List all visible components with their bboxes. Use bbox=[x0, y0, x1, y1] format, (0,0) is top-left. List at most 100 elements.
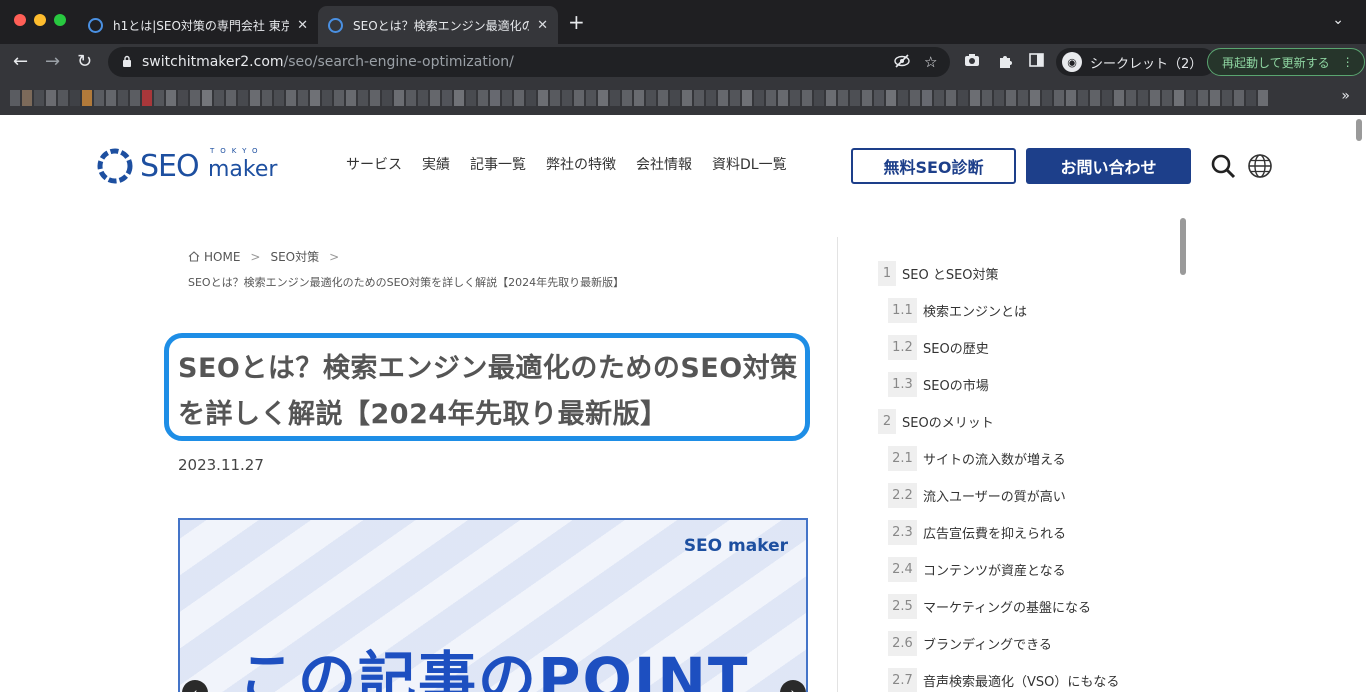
toc-item[interactable]: 2.2 流入ユーザーの質が高い bbox=[878, 477, 1178, 514]
nav-features[interactable]: 弊社の特徴 bbox=[546, 154, 616, 174]
toc-label: 音声検索最適化（VSO）にもなる bbox=[923, 675, 1120, 690]
logo-seo: SEO bbox=[140, 149, 200, 184]
bookmark-star-icon[interactable]: ☆ bbox=[924, 53, 937, 71]
update-label: 再起動して更新する bbox=[1222, 55, 1330, 70]
toc-label: サイトの流入数が増える bbox=[923, 453, 1066, 468]
toc-item[interactable]: 2.5 マーケティングの基盤になる bbox=[878, 588, 1178, 625]
zoom-window-button[interactable] bbox=[54, 14, 66, 26]
nav-articles[interactable]: 記事一覧 bbox=[470, 154, 526, 174]
eyecatch-logo: SEO maker bbox=[683, 536, 788, 556]
toc-scrollbar[interactable] bbox=[1180, 218, 1186, 275]
web-page: SEO TOKYO maker サービス 実績 記事一覧 弊社の特徴 会社情報 … bbox=[0, 115, 1366, 692]
reload-button[interactable]: ↻ bbox=[77, 51, 92, 73]
toc-item[interactable]: 1.2 SEOの歴史 bbox=[878, 329, 1178, 366]
address-bar[interactable]: switchitmaker2.com/seo/search-engine-opt… bbox=[108, 47, 950, 77]
eye-off-icon[interactable] bbox=[894, 54, 910, 72]
title-highlight-box: SEOとは？検索エンジン最適化のためのSEO対策を詳しく解説【2024年先取り最… bbox=[164, 333, 810, 441]
logo-maker: maker bbox=[208, 157, 278, 182]
new-tab-button[interactable]: + bbox=[568, 12, 585, 32]
toc-number: 2.4 bbox=[888, 557, 917, 582]
toc-label: SEOの歴史 bbox=[923, 342, 989, 357]
toc-number: 1.2 bbox=[888, 335, 917, 360]
site-favicon-icon bbox=[88, 17, 103, 33]
url-path: /seo/search-engine-optimization/ bbox=[283, 54, 514, 70]
toc-item[interactable]: 2.7 音声検索最適化（VSO）にもなる bbox=[878, 662, 1178, 692]
toc-item[interactable]: 2.6 ブランディングできる bbox=[878, 625, 1178, 662]
toc-label: 検索エンジンとは bbox=[923, 305, 1028, 320]
toc-label: SEOのメリット bbox=[902, 416, 994, 431]
forward-button[interactable]: → bbox=[45, 51, 60, 73]
side-panel-icon[interactable] bbox=[1029, 53, 1044, 71]
toc-number: 1.1 bbox=[888, 298, 917, 323]
page-scrollbar[interactable] bbox=[1356, 119, 1362, 141]
article-date: 2023.11.27 bbox=[178, 456, 264, 474]
breadcrumb-category[interactable]: SEO対策 bbox=[270, 248, 319, 265]
tab-strip: h1とは|SEO対策の専門会社 東京SEOメーカー ✕ SEOとは？検索エンジン… bbox=[0, 0, 1366, 44]
nav-company[interactable]: 会社情報 bbox=[636, 154, 692, 174]
breadcrumb-home[interactable]: HOME bbox=[188, 250, 240, 264]
tab-search-icon[interactable]: ⌄ bbox=[1332, 12, 1344, 28]
toc-item[interactable]: 1.1 検索エンジンとは bbox=[878, 292, 1178, 329]
back-button[interactable]: ← bbox=[13, 51, 28, 73]
relaunch-update-button[interactable]: 再起動して更新する ⋮ bbox=[1207, 48, 1365, 76]
toc-item[interactable]: 2.4 コンテンツが資産となる bbox=[878, 551, 1178, 588]
tab-title: h1とは|SEO対策の専門会社 東京SEOメーカー bbox=[113, 18, 290, 33]
tab-h1[interactable]: h1とは|SEO対策の専門会社 東京SEOメーカー ✕ bbox=[78, 6, 318, 44]
globe-icon[interactable] bbox=[1247, 153, 1273, 179]
incognito-label: シークレット（2） bbox=[1090, 56, 1203, 72]
toc-label: 広告宣伝費を抑えられる bbox=[923, 527, 1067, 542]
url-host: switchitmaker2.com bbox=[142, 54, 284, 70]
bookmarks-blurred[interactable] bbox=[10, 90, 1268, 106]
minimize-window-button[interactable] bbox=[34, 14, 46, 26]
lock-icon bbox=[122, 55, 132, 70]
sidebar-divider bbox=[837, 237, 838, 692]
toc-number: 2.7 bbox=[888, 668, 917, 692]
extensions-icon[interactable] bbox=[997, 53, 1013, 73]
logo-tokyo: TOKYO bbox=[210, 147, 264, 155]
bookmarks-bar: » bbox=[0, 80, 1366, 115]
logo-ring-icon bbox=[97, 148, 133, 184]
tab-close-icon[interactable]: ✕ bbox=[297, 18, 308, 33]
toc-item[interactable]: 1 SEO とSEO対策 bbox=[878, 255, 1178, 292]
incognito-indicator[interactable]: ◉ シークレット（2） bbox=[1056, 48, 1217, 76]
toc-number: 2.1 bbox=[888, 446, 917, 471]
search-icon[interactable] bbox=[1210, 153, 1236, 179]
toc-item[interactable]: 2.3 広告宣伝費を抑えられる bbox=[878, 514, 1178, 551]
toc-label: 流入ユーザーの質が高い bbox=[923, 490, 1066, 505]
camera-icon[interactable] bbox=[964, 53, 980, 71]
nav-results[interactable]: 実績 bbox=[422, 154, 450, 174]
toc-item[interactable]: 1.3 SEOの市場 bbox=[878, 366, 1178, 403]
contact-button[interactable]: お問い合わせ bbox=[1026, 148, 1191, 184]
toc-item[interactable]: 2.1 サイトの流入数が増える bbox=[878, 440, 1178, 477]
toc-number: 2 bbox=[878, 409, 896, 434]
toc-label: コンテンツが資産となる bbox=[923, 564, 1066, 579]
kebab-menu-icon[interactable]: ⋮ bbox=[1342, 55, 1354, 69]
toc-number: 2.2 bbox=[888, 483, 917, 508]
article-title: SEOとは？検索エンジン最適化のためのSEO対策を詳しく解説【2024年先取り最… bbox=[178, 353, 798, 430]
tab-title: SEOとは？検索エンジン最適化のための bbox=[353, 18, 530, 33]
eyecatch-headline: この記事のPOINT bbox=[238, 645, 750, 692]
free-seo-diagnosis-button[interactable]: 無料SEO診断 bbox=[851, 148, 1016, 184]
home-icon bbox=[188, 251, 200, 262]
toc-number: 2.3 bbox=[888, 520, 917, 545]
tab-seo[interactable]: SEOとは？検索エンジン最適化のための ✕ bbox=[318, 6, 558, 44]
nav-service[interactable]: サービス bbox=[346, 154, 402, 174]
breadcrumb: HOME > SEO対策 > SEOとは？検索エンジン最適化のためのSEO対策を… bbox=[188, 248, 624, 290]
nav-downloads[interactable]: 資料DL一覧 bbox=[712, 154, 787, 174]
toc-number: 1 bbox=[878, 261, 896, 286]
toc-label: SEOの市場 bbox=[923, 379, 989, 394]
toc-label: SEO とSEO対策 bbox=[902, 268, 999, 283]
breadcrumb-current: SEOとは？検索エンジン最適化のためのSEO対策を詳しく解説【2024年先取り最… bbox=[188, 276, 625, 289]
site-favicon-icon bbox=[328, 17, 343, 33]
browser-toolbar: ← → ↻ switchitmaker2.com/seo/search-engi… bbox=[0, 44, 1366, 80]
browser-chrome: h1とは|SEO対策の専門会社 東京SEOメーカー ✕ SEOとは？検索エンジン… bbox=[0, 0, 1366, 115]
close-window-button[interactable] bbox=[14, 14, 26, 26]
tab-close-icon[interactable]: ✕ bbox=[537, 18, 548, 33]
toc-number: 1.3 bbox=[888, 372, 917, 397]
incognito-icon: ◉ bbox=[1062, 52, 1082, 72]
toc-item[interactable]: 2 SEOのメリット bbox=[878, 403, 1178, 440]
breadcrumb-separator: > bbox=[329, 249, 340, 264]
toc-number: 2.6 bbox=[888, 631, 917, 656]
bookmarks-overflow-button[interactable]: » bbox=[1341, 88, 1350, 104]
site-logo[interactable]: SEO TOKYO maker bbox=[96, 147, 277, 187]
